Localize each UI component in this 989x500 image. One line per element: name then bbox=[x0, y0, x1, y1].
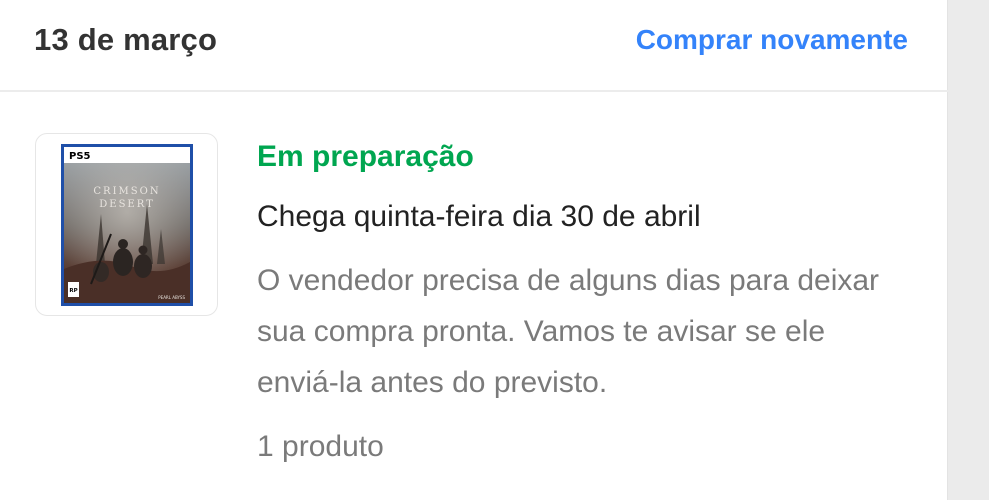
game-cover-image: PS5 CRIMSON DESERT RP PEARL ABYSS bbox=[61, 144, 193, 306]
buy-again-link[interactable]: Comprar novamente bbox=[636, 23, 908, 57]
product-thumbnail[interactable]: PS5 CRIMSON DESERT RP PEARL ABYSS bbox=[35, 133, 218, 316]
ps5-logo: PS5 bbox=[69, 151, 91, 162]
order-card: 13 de março Comprar novamente PS5 CRIMSO… bbox=[0, 0, 948, 500]
status-description: O vendedor precisa de alguns dias para d… bbox=[257, 264, 880, 399]
order-date: 13 de março bbox=[34, 22, 218, 57]
product-count: 1 produto bbox=[257, 430, 384, 463]
order-status: Em preparação bbox=[257, 140, 474, 173]
arrival-date: Chega quinta-feira dia 30 de abril bbox=[257, 200, 701, 233]
order-header: 13 de março Comprar novamente bbox=[0, 0, 948, 92]
rating-badge: RP bbox=[69, 288, 77, 294]
publisher-logo: PEARL ABYSS bbox=[158, 295, 185, 300]
cover-title-2: DESERT bbox=[99, 199, 155, 210]
cover-title-1: CRIMSON bbox=[93, 186, 160, 197]
